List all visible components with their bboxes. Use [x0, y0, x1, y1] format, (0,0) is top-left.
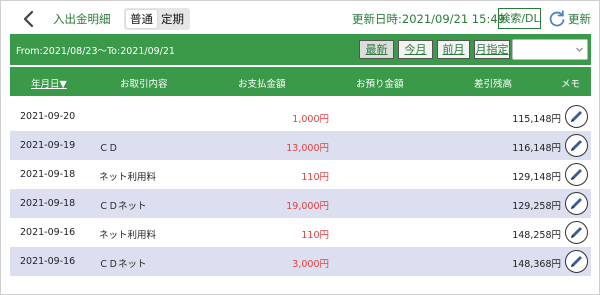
table-row: 2021-09-19 ＣＤ 13,000円 116,148円	[10, 131, 591, 160]
specify-month-label: 月指定	[475, 43, 509, 56]
memo-button[interactable]	[565, 134, 588, 157]
pencil-icon	[571, 227, 582, 238]
pencil-icon	[571, 111, 582, 122]
search-download-button[interactable]: 検索/DL	[498, 8, 541, 29]
table-row: 2021-09-16 ネット利用料 110円 148,258円	[10, 218, 591, 247]
table-header: 年月日▼ お取引内容 お支払金額 お預り金額 差引残高 メモ	[10, 67, 591, 96]
period-range: From:2021/08/23〜To:2021/09/21	[16, 46, 175, 57]
row-payment: 3,000円	[292, 259, 329, 270]
col-description: お取引内容	[120, 79, 168, 90]
row-balance: 148,258円	[512, 230, 561, 241]
filter-bar: From:2021/08/23〜To:2021/09/21 最新 今月 前月 月…	[10, 34, 591, 65]
table-row: 2021-09-16 ＣＤネット 3,000円 148,368円	[10, 247, 591, 276]
row-date: 2021-09-16	[20, 227, 76, 238]
specify-month-button[interactable]: 月指定	[474, 40, 510, 59]
row-balance: 115,148円	[512, 114, 561, 125]
row-description: ＣＤネット	[99, 201, 147, 212]
updated-timestamp: 更新日時:2021/09/21 15:49	[352, 12, 505, 26]
col-payment: お支払金額	[238, 79, 286, 90]
col-deposit: お預り金額	[356, 79, 404, 90]
col-date-sort[interactable]: 年月日▼	[31, 76, 67, 90]
refresh-button[interactable]	[547, 9, 567, 29]
row-balance: 116,148円	[512, 143, 561, 154]
pencil-icon	[571, 169, 582, 180]
row-balance: 129,258円	[512, 201, 561, 212]
month-select[interactable]	[512, 39, 588, 60]
back-chevron-icon	[23, 10, 34, 28]
memo-button[interactable]	[565, 250, 588, 273]
app-window: 入出金明細 普通 定期 更新日時:2021/09/21 15:49 検索/DL …	[0, 0, 600, 295]
col-balance: 差引残高	[474, 79, 513, 90]
table-row: 2021-09-18 ＣＤネット 19,000円 129,258円	[10, 189, 591, 218]
row-description: ＣＤ	[99, 143, 119, 154]
page-title: 入出金明細	[53, 12, 111, 26]
memo-button[interactable]	[565, 192, 588, 215]
row-date: 2021-09-18	[20, 169, 76, 180]
pencil-icon	[571, 140, 582, 151]
row-payment: 13,000円	[286, 143, 329, 154]
row-balance: 148,368円	[512, 259, 561, 270]
row-payment: 1,000円	[292, 114, 329, 125]
col-memo: メモ	[561, 79, 581, 90]
row-description: ネット利用料	[99, 172, 157, 183]
this-month-button[interactable]: 今月	[398, 40, 433, 59]
tab-futsu[interactable]: 普通	[126, 10, 157, 28]
top-header: 入出金明細 普通 定期 更新日時:2021/09/21 15:49 検索/DL …	[1, 1, 599, 37]
row-date: 2021-09-19	[20, 140, 76, 151]
chevron-down-icon	[576, 47, 583, 52]
memo-button[interactable]	[565, 221, 588, 244]
account-type-segment: 普通 定期	[124, 8, 190, 30]
row-balance: 129,148円	[512, 172, 561, 183]
tab-teiki[interactable]: 定期	[157, 10, 188, 28]
row-description: ネット利用料	[99, 230, 157, 241]
last-month-label: 前月	[442, 43, 465, 56]
pencil-icon	[571, 256, 582, 267]
table-row: 2021-09-18 ネット利用料 110円 129,148円	[10, 160, 591, 189]
transaction-list: 2021-09-20 1,000円 115,148円 2021-09-19 ＣＤ…	[10, 102, 591, 276]
back-button[interactable]	[19, 9, 41, 29]
pencil-icon	[571, 198, 582, 209]
row-payment: 110円	[301, 172, 329, 183]
last-month-button[interactable]: 前月	[437, 40, 470, 59]
memo-button[interactable]	[565, 105, 588, 128]
refresh-label[interactable]: 更新	[568, 11, 591, 27]
latest-label: 最新	[365, 43, 388, 56]
table-row: 2021-09-20 1,000円 115,148円	[10, 102, 591, 131]
row-date: 2021-09-16	[20, 256, 76, 267]
row-payment: 19,000円	[286, 201, 329, 212]
row-date: 2021-09-20	[20, 111, 76, 122]
this-month-label: 今月	[404, 43, 427, 56]
row-description: ＣＤネット	[99, 259, 147, 270]
refresh-icon	[549, 10, 565, 27]
row-payment: 110円	[301, 230, 329, 241]
latest-button[interactable]: 最新	[359, 40, 394, 59]
row-date: 2021-09-18	[20, 198, 76, 209]
memo-button[interactable]	[565, 163, 588, 186]
